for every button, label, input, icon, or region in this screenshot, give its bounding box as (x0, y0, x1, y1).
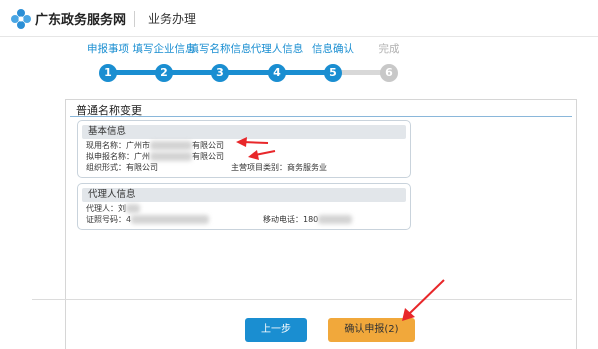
industry-row: 主营项目类别：商务服务业 (231, 162, 327, 173)
proposed-name-prefix: 广州 (134, 152, 150, 161)
header-divider (134, 11, 135, 27)
phone-row: 移动电话：180 (263, 214, 353, 225)
step-number: 1 (99, 64, 117, 82)
agent-name-row: 代理人：刘 (86, 203, 140, 214)
step-number: 4 (268, 64, 286, 82)
phone-value: 180 (303, 215, 319, 224)
redacted-region (318, 215, 353, 224)
proposed-name-suffix: 有限公司 (192, 152, 224, 161)
basic-info-title: 基本信息 (82, 125, 406, 139)
step-label: 完成 (378, 43, 400, 55)
main-panel: 普通名称变更 基本信息 现用名称：广州市 有限公司 拟申报名称：广州 有限公司 组织… (65, 99, 577, 349)
progress-stepper: 申报事项 1 填写企业信息 2 填写名称信息 3 代理人信息 4 信息确认 5 … (60, 42, 430, 92)
id-number-row: 证照号码：4 (86, 214, 210, 225)
previous-step-button[interactable]: 上一步 (245, 318, 307, 342)
agent-name-value: 刘 (118, 204, 126, 213)
current-name-label: 现用名称： (86, 141, 126, 150)
id-number-label: 证照号码： (86, 215, 126, 224)
step-number: 3 (211, 64, 229, 82)
panel-title-underline (70, 116, 572, 117)
basic-info-card: 基本信息 现用名称：广州市 有限公司 拟申报名称：广州 有限公司 组织形式：有限公司… (77, 120, 411, 178)
step-6: 完成 6 (354, 42, 424, 82)
step-number: 5 (324, 64, 342, 82)
site-brand[interactable]: 广东政务服务网 (35, 9, 126, 28)
proposed-name-label: 拟申报名称： (86, 152, 134, 161)
footer-divider (32, 299, 572, 300)
redacted-region (150, 141, 192, 150)
agent-info-title: 代理人信息 (82, 188, 406, 202)
industry-label: 主营项目类别： (231, 163, 287, 172)
step-number: 6 (380, 64, 398, 82)
current-name-row: 现用名称：广州市 有限公司 (86, 140, 224, 151)
confirm-submit-button[interactable]: 确认申报(2) (328, 318, 415, 342)
header-bottom-line (0, 36, 598, 37)
current-name-suffix: 有限公司 (192, 141, 224, 150)
step-number: 2 (155, 64, 173, 82)
gd-gov-logo-icon[interactable] (10, 8, 32, 30)
redacted-region (131, 215, 210, 224)
current-name-prefix: 广州市 (126, 141, 150, 150)
org-form-value: 有限公司 (126, 163, 158, 172)
phone-label: 移动电话： (263, 215, 303, 224)
org-form-label: 组织形式： (86, 163, 126, 172)
proposed-name-row: 拟申报名称：广州 有限公司 (86, 151, 224, 162)
redacted-region (126, 204, 140, 213)
agent-name-label: 代理人： (86, 204, 118, 213)
header-section-title: 业务办理 (148, 12, 197, 26)
industry-value: 商务服务业 (287, 163, 327, 172)
top-header: 广东政务服务网 业务办理 (0, 0, 598, 36)
redacted-region (150, 152, 192, 161)
org-form-row: 组织形式：有限公司 (86, 162, 158, 173)
agent-info-card: 代理人信息 代理人：刘 证照号码：4 移动电话：180 (77, 183, 411, 230)
